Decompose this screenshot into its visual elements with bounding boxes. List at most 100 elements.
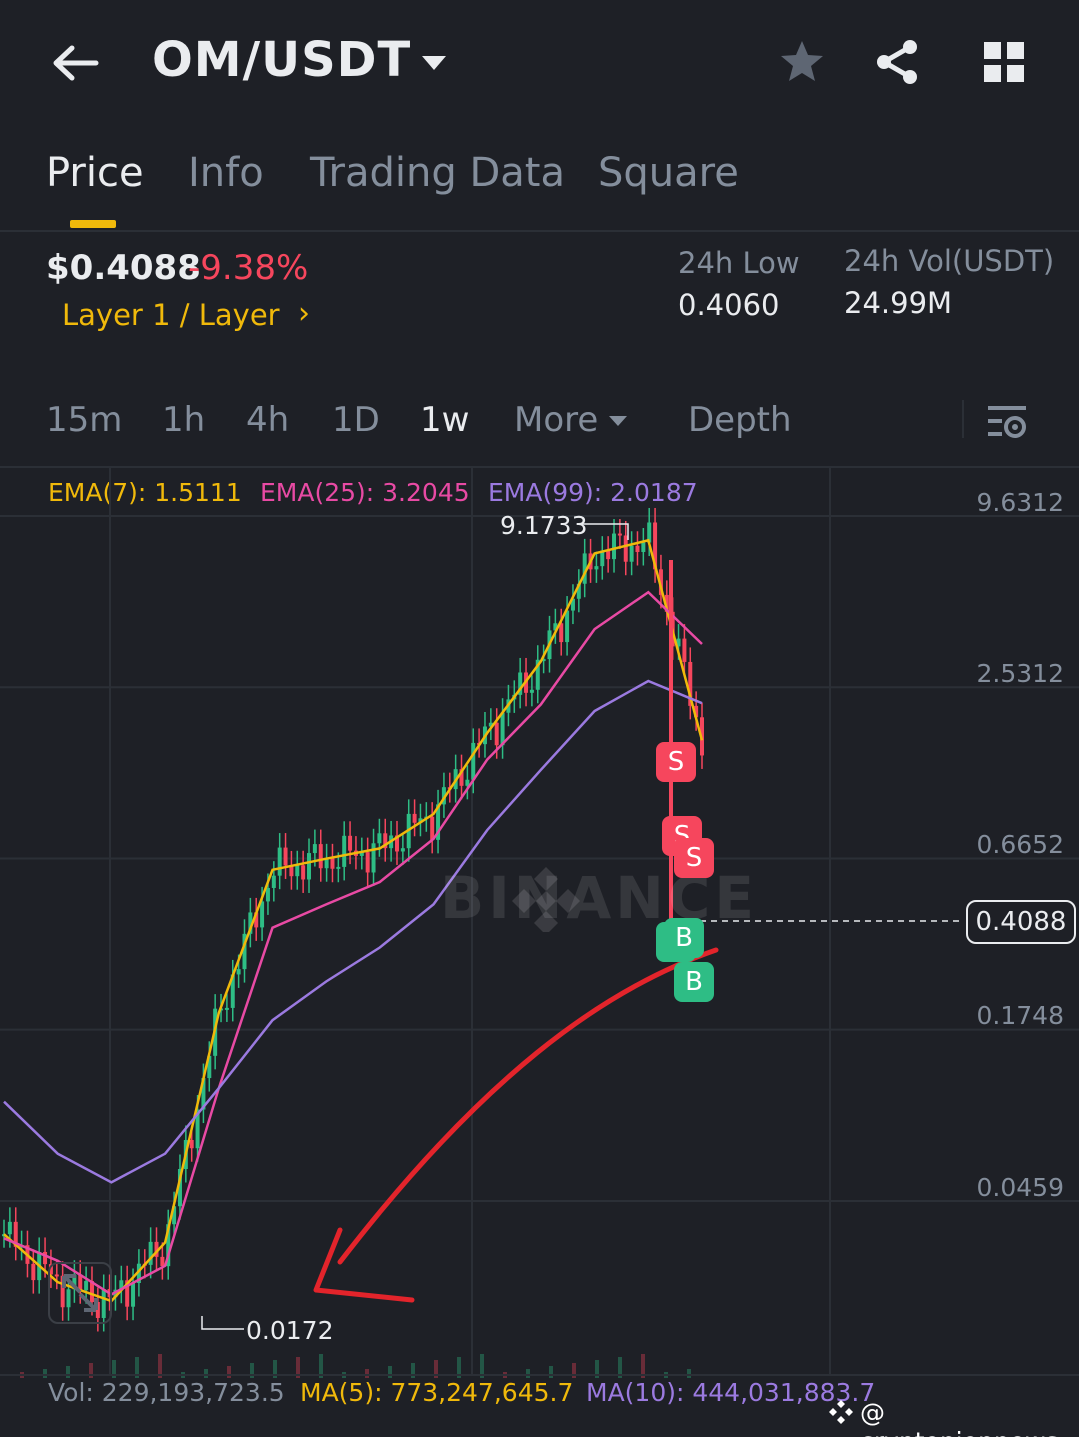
y-tick-label: 2.5312 (976, 659, 1064, 688)
volume-24h-value: 24.99M (844, 286, 953, 320)
candle-body (271, 875, 276, 888)
active-tab-indicator (70, 220, 116, 228)
candle-body (318, 844, 323, 869)
category-link[interactable]: Layer 1 / Layer (62, 298, 280, 332)
candle-body (412, 813, 417, 823)
price-change-percent: -9.38% (188, 248, 309, 288)
candle-body (529, 689, 534, 693)
candle-body (189, 1139, 194, 1149)
y-tick-label: 0.6652 (976, 830, 1064, 859)
candle-body (594, 566, 599, 570)
volume-ma5-label: MA(5): 773,247,645.7 (300, 1378, 574, 1407)
sell-marker[interactable]: S (674, 838, 714, 878)
expand-icon (62, 1274, 98, 1312)
candle-body (336, 866, 341, 869)
period-high-label: 9.1733 (500, 511, 588, 540)
ema25-line (3, 590, 703, 1296)
current-price-label: 0.4088 (966, 900, 1076, 944)
candle-body (131, 1283, 136, 1307)
interval-selector: 15m 1h 4h 1D 1w More Depth (0, 396, 1079, 456)
buy-marker[interactable]: B (674, 962, 714, 1002)
buy-marker[interactable]: B (664, 918, 704, 958)
candle-body (500, 712, 505, 746)
candle-body (312, 844, 317, 854)
candle-body (641, 542, 646, 553)
sell-marker[interactable]: S (656, 742, 696, 782)
candle-body (494, 722, 499, 746)
interval-1w[interactable]: 1w (420, 400, 469, 440)
candle-body (301, 865, 306, 880)
tab-trading-data[interactable]: Trading Data (310, 150, 565, 196)
chart-settings-icon[interactable] (986, 402, 1028, 442)
annotation-arrowhead (313, 1227, 415, 1303)
volume-divider (0, 1374, 1079, 1376)
y-tick-label: 9.6312 (976, 488, 1064, 517)
tab-price[interactable]: Price (46, 150, 144, 196)
pair-dropdown-icon[interactable] (420, 52, 448, 74)
watermark-credit: @ cryptonionnews (860, 1398, 1058, 1437)
y-tick-label: 0.0459 (976, 1173, 1064, 1202)
depth-tab[interactable]: Depth (688, 400, 792, 440)
candle-body (430, 816, 435, 840)
volume-label: Vol: 229,193,723.5 (48, 1378, 285, 1407)
y-tick-label: 0.1748 (976, 1001, 1064, 1030)
back-arrow-icon[interactable] (48, 36, 102, 90)
candle-body (260, 901, 265, 928)
candle-body (629, 545, 634, 562)
tabs-divider (0, 230, 1079, 232)
annotation-arrow (337, 947, 719, 1265)
tab-info[interactable]: Info (188, 150, 264, 196)
more-dropdown-icon[interactable] (608, 414, 628, 428)
candle-body (377, 833, 382, 844)
candle-body (348, 835, 353, 851)
candle-body (283, 847, 288, 866)
interval-separator (962, 400, 964, 438)
high-leader-line (582, 523, 629, 540)
candle-body (612, 533, 617, 560)
volume-bar (227, 1366, 231, 1378)
candle-body (617, 533, 622, 536)
candle-body (565, 610, 570, 643)
candle-body (330, 858, 335, 869)
interval-1h[interactable]: 1h (162, 400, 205, 440)
candle-body (265, 887, 270, 902)
candle-body (277, 847, 282, 876)
page-tabs: Price Info Trading Data Square (0, 150, 1079, 230)
candle-body (236, 969, 241, 975)
candle-body (295, 865, 300, 877)
interval-4h[interactable]: 4h (246, 400, 289, 440)
candle-body (606, 550, 611, 560)
candle-body (623, 535, 628, 562)
low-24h-value: 0.4060 (678, 288, 780, 322)
candle-body (682, 638, 687, 662)
volume-bar (388, 1366, 392, 1378)
candle-body (400, 848, 405, 852)
volume-bar (66, 1366, 70, 1378)
candle-body (31, 1263, 36, 1281)
favorite-star-icon[interactable] (778, 38, 826, 86)
interval-more[interactable]: More (514, 400, 598, 440)
binance-small-logo-icon (829, 1400, 853, 1424)
low-24h-label: 24h Low (678, 246, 800, 280)
share-icon[interactable] (874, 38, 922, 86)
candle-body (7, 1221, 12, 1235)
volume-24h-label: 24h Vol(USDT) (844, 244, 1055, 278)
period-low-label: 0.0172 (246, 1316, 334, 1345)
volume-bar (549, 1366, 553, 1378)
candle-body (559, 623, 564, 643)
grid-menu-icon[interactable] (982, 40, 1026, 84)
interval-15m[interactable]: 15m (46, 400, 122, 440)
candle-body (160, 1256, 165, 1267)
last-price: $0.4088 (46, 248, 201, 288)
interval-1d[interactable]: 1D (332, 400, 380, 440)
candle-body (635, 545, 640, 553)
fullscreen-button[interactable] (48, 1262, 112, 1324)
chevron-right-icon[interactable]: › (298, 296, 310, 331)
top-bar: OM/USDT (0, 0, 1079, 128)
pair-title[interactable]: OM/USDT (152, 32, 411, 88)
candle-body (307, 853, 312, 880)
tab-square[interactable]: Square (598, 150, 739, 196)
candle-body (224, 1007, 229, 1010)
low-leader-line (201, 1316, 244, 1330)
candle-body (471, 742, 476, 780)
